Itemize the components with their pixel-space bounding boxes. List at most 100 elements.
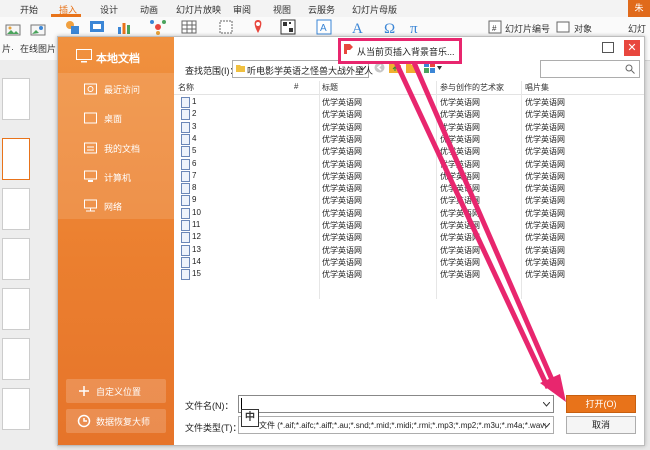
file-name-cell: 2 bbox=[192, 109, 197, 119]
file-name-cell: 4 bbox=[192, 133, 197, 143]
look-in-label: 查找范围(I)： bbox=[185, 66, 239, 76]
slide-thumbnail[interactable] bbox=[2, 288, 30, 330]
file-row[interactable]: 3 优学英语网 优学英语网 优学英语网 bbox=[174, 121, 644, 133]
smartart-icon[interactable] bbox=[89, 19, 105, 35]
qr-icon[interactable] bbox=[280, 19, 296, 35]
user-avatar[interactable]: 朱 bbox=[628, 0, 650, 17]
monitor-icon bbox=[76, 49, 92, 63]
file-row[interactable]: 10 优学英语网 优学英语网 优学英语网 bbox=[174, 207, 644, 219]
nav-item-label: 计算机 bbox=[104, 173, 132, 183]
file-artist-cell: 优学英语网 bbox=[440, 196, 480, 206]
search-input[interactable] bbox=[540, 60, 640, 78]
close-button[interactable]: ✕ bbox=[624, 40, 640, 56]
chevron-down-icon[interactable] bbox=[543, 402, 550, 407]
file-row[interactable]: 13 优学英语网 优学英语网 优学英语网 bbox=[174, 244, 644, 256]
table-icon[interactable] bbox=[181, 19, 197, 35]
tab-design[interactable]: 设计 bbox=[100, 3, 118, 16]
textbox-icon[interactable]: A bbox=[316, 19, 332, 35]
symbol-icon[interactable]: Ω bbox=[383, 19, 399, 35]
file-artist-cell: 优学英语网 bbox=[440, 233, 480, 243]
tab-review[interactable]: 审阅 bbox=[233, 3, 251, 16]
audio-file-icon bbox=[181, 220, 190, 231]
file-artist-cell: 优学英语网 bbox=[440, 110, 480, 120]
file-row[interactable]: 5 优学英语网 优学英语网 优学英语网 bbox=[174, 145, 644, 158]
file-row[interactable]: 12 优学英语网 优学英语网 优学英语网 bbox=[174, 231, 644, 244]
wordart-icon[interactable]: A bbox=[350, 19, 366, 35]
file-row[interactable]: 8 优学英语网 优学英语网 优学英语网 bbox=[174, 182, 644, 195]
filename-input[interactable] bbox=[238, 395, 554, 413]
slide-number-icon[interactable]: # bbox=[487, 19, 503, 35]
file-artist-cell: 优学英语网 bbox=[440, 270, 480, 280]
map-icon[interactable] bbox=[250, 19, 266, 35]
column-header-number[interactable]: # bbox=[294, 82, 298, 91]
tab-home[interactable]: 开始 bbox=[20, 3, 38, 16]
audio-file-icon bbox=[181, 232, 190, 244]
desktop-icon bbox=[84, 112, 97, 124]
insert-audio-dialog: 本地文档 最近访问 桌面 我的文档 计算机 网络 自定义位置 数据恢复大师 ✕ … bbox=[57, 36, 645, 446]
file-row[interactable]: 2 优学英语网 优学英语网 优学英语网 bbox=[174, 108, 644, 121]
ribbon-label-picture[interactable]: 片· bbox=[2, 42, 14, 55]
file-row[interactable]: 14 优学英语网 优学英语网 优学英语网 bbox=[174, 256, 644, 268]
nav-item-desktop[interactable]: 桌面 bbox=[58, 105, 174, 133]
nav-item-documents[interactable]: 我的文档 bbox=[58, 135, 174, 163]
slide-thumbnail[interactable] bbox=[2, 188, 30, 230]
file-title-cell: 优学英语网 bbox=[322, 221, 362, 230]
slide-thumbnail[interactable] bbox=[2, 78, 30, 120]
open-button[interactable]: 打开(O) bbox=[566, 395, 636, 413]
ribbon-label-object[interactable]: 对象 bbox=[574, 22, 592, 35]
ribbon-label-online-picture[interactable]: 在线图片 bbox=[20, 42, 56, 55]
tab-cloud[interactable]: 云服务 bbox=[308, 3, 335, 16]
file-title-cell: 优学英语网 bbox=[322, 196, 362, 206]
documents-icon bbox=[84, 142, 97, 154]
file-name-cell: 9 bbox=[192, 195, 197, 205]
object-icon[interactable] bbox=[555, 19, 571, 35]
slide-thumbnail[interactable] bbox=[2, 238, 30, 280]
tab-slideshow[interactable]: 幻灯片放映 bbox=[176, 3, 221, 16]
file-name-cell: 3 bbox=[192, 121, 197, 131]
file-row[interactable]: 1 优学英语网 优学英语网 优学英语网 bbox=[174, 96, 644, 108]
file-row[interactable]: 15 优学英语网 优学英语网 优学英语网 bbox=[174, 268, 644, 281]
chevron-down-icon bbox=[359, 66, 366, 71]
file-album-cell: 优学英语网 bbox=[525, 184, 565, 194]
column-header-name[interactable]: 名称 bbox=[178, 82, 194, 93]
slide-thumbnail[interactable] bbox=[2, 388, 30, 430]
column-header-title[interactable]: 标题 bbox=[322, 82, 338, 93]
online-picture-icon[interactable] bbox=[30, 22, 46, 38]
file-album-cell: 优学英语网 bbox=[525, 134, 565, 144]
file-row[interactable]: 7 优学英语网 优学英语网 优学英语网 bbox=[174, 170, 644, 182]
slide-thumbnail-selected[interactable] bbox=[2, 138, 30, 180]
tab-animation[interactable]: 动画 bbox=[140, 3, 158, 16]
nav-item-network[interactable]: 网络 bbox=[58, 193, 174, 221]
recovery-icon bbox=[77, 414, 91, 428]
custom-location-button[interactable]: 自定义位置 bbox=[66, 379, 166, 403]
filetype-dropdown[interactable]: 文件 (*.aif;*.aifc;*.aiff;*.au;*.snd;*.mid… bbox=[238, 416, 554, 434]
ime-indicator[interactable]: 中 bbox=[241, 409, 259, 427]
chart-icon[interactable] bbox=[116, 19, 132, 35]
shape-icon[interactable] bbox=[64, 19, 80, 35]
file-row[interactable]: 6 优学英语网 优学英语网 优学英语网 bbox=[174, 158, 644, 170]
tab-view[interactable]: 视图 bbox=[273, 3, 291, 16]
chevron-down-icon[interactable] bbox=[437, 66, 442, 70]
file-title-cell: 优学英语网 bbox=[322, 208, 362, 218]
column-header-album[interactable]: 唱片集 bbox=[525, 82, 549, 93]
picture-icon[interactable] bbox=[5, 22, 21, 38]
audio-file-icon bbox=[181, 146, 190, 158]
ribbon-label-slide-number[interactable]: 幻灯片编号 bbox=[505, 22, 550, 35]
tab-slide-master[interactable]: 幻灯片母版 bbox=[352, 3, 397, 16]
file-album-cell: 优学英语网 bbox=[525, 233, 565, 243]
cancel-button[interactable]: 取消 bbox=[566, 416, 636, 434]
data-recovery-button[interactable]: 数据恢复大师 bbox=[66, 409, 166, 433]
mindmap-icon[interactable] bbox=[150, 19, 166, 35]
nav-item-recent[interactable]: 最近访问 bbox=[58, 76, 174, 104]
column-header-artist[interactable]: 参与创作的艺术家 bbox=[440, 82, 504, 93]
formula-icon[interactable]: π bbox=[409, 19, 425, 35]
maximize-button[interactable] bbox=[602, 42, 614, 53]
screenshot-icon[interactable] bbox=[218, 19, 234, 35]
slide-thumbnail[interactable] bbox=[2, 338, 30, 380]
file-row[interactable]: 9 优学英语网 优学英语网 优学英语网 bbox=[174, 194, 644, 207]
file-row[interactable]: 4 优学英语网 优学英语网 优学英语网 bbox=[174, 133, 644, 145]
nav-item-computer[interactable]: 计算机 bbox=[58, 164, 174, 192]
file-row[interactable]: 11 优学英语网 优学英语网 优学英语网 bbox=[174, 219, 644, 231]
file-album-cell: 优学英语网 bbox=[525, 221, 565, 230]
filetype-value: 文件 (*.aif;*.aifc;*.aiff;*.au;*.snd;*.mid… bbox=[259, 421, 547, 430]
